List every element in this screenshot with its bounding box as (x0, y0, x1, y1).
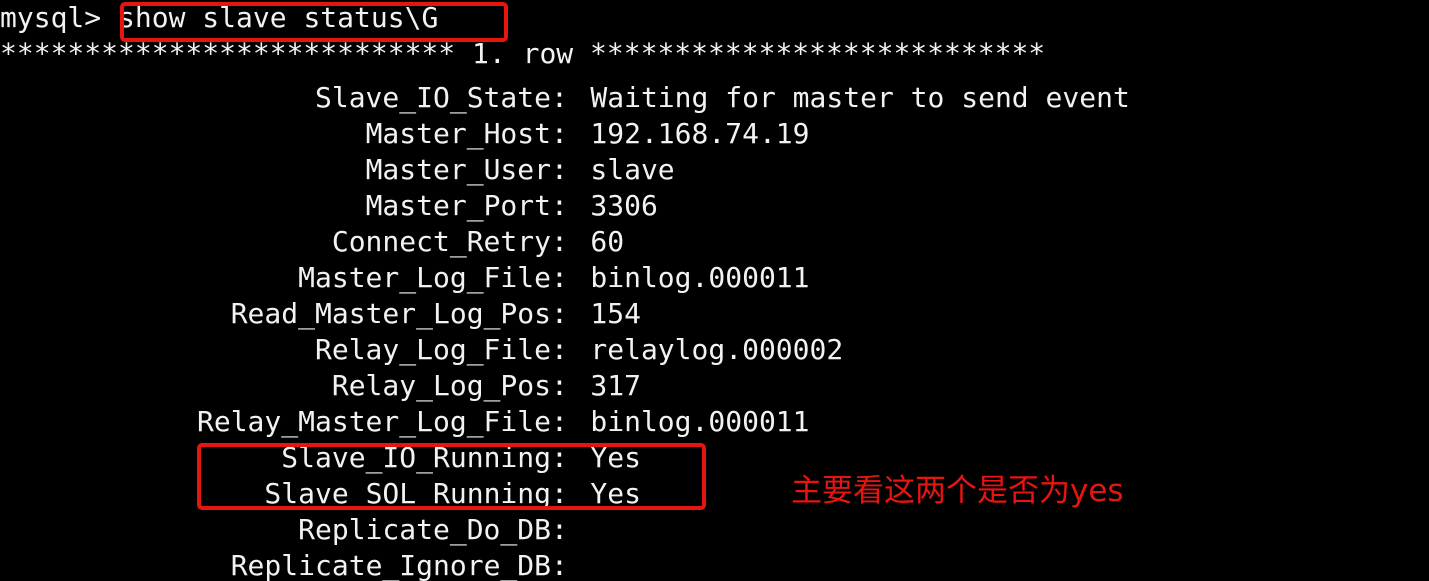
field-value: slave (590, 153, 675, 186)
field-label: Replicate_Do_DB (298, 513, 551, 546)
field-value: Yes (590, 477, 641, 510)
status-row-read-master-log-pos: Read_Master_Log_Pos:154 (0, 296, 641, 332)
field-label: Slave_IO_State (314, 81, 551, 114)
field-colon: : (551, 333, 568, 366)
field-colon: : (551, 549, 568, 581)
status-row-replicate-ignore-db: Replicate_Ignore_DB: (0, 548, 590, 581)
field-value: relaylog.000002 (590, 333, 844, 366)
field-label: Relay_Master_Log_File (196, 405, 551, 438)
field-label: Master_Log_File (298, 261, 551, 294)
status-row-connect-retry: Connect_Retry:60 (0, 224, 624, 260)
field-colon: : (551, 297, 568, 330)
field-colon: : (551, 225, 568, 258)
field-colon: : (551, 81, 568, 114)
field-label: Read_Master_Log_Pos (230, 297, 551, 330)
field-colon: : (551, 441, 568, 474)
field-colon: : (551, 477, 568, 510)
field-label: Master_Host (365, 117, 551, 150)
field-value: binlog.000011 (590, 405, 810, 438)
status-row-master-user: Master_User: slave (0, 152, 675, 188)
field-value: 3306 (590, 189, 658, 222)
annotation-note: 主要看这两个是否为yes (791, 473, 1124, 509)
field-colon: : (551, 153, 568, 186)
separator-row-number: 1. row (455, 37, 591, 70)
field-label: Relay_Log_File (314, 333, 551, 366)
field-colon: : (551, 369, 568, 402)
field-colon: : (551, 405, 568, 438)
status-row-slave-io-running: Slave_IO_Running: Yes (0, 440, 641, 476)
field-label: Connect_Retry (331, 225, 551, 258)
field-value: Waiting for master to send event (590, 81, 1130, 114)
field-label: Slave_IO_Running (281, 441, 551, 474)
field-value: binlog.000011 (590, 261, 810, 294)
status-row-relay-log-file: Relay_Log_File: relaylog.000002 (0, 332, 843, 368)
field-colon: : (551, 261, 568, 294)
field-label: Master_User (365, 153, 551, 186)
field-value: 317 (590, 369, 641, 402)
field-label: Relay_Log_Pos (331, 369, 551, 402)
status-row-master-port: Master_Port:3306 (0, 188, 658, 224)
separator-left-stars: *************************** (0, 37, 456, 70)
command-text: show slave status\G (118, 1, 439, 34)
status-row-slave-sql-running: Slave_SOL_Running: Yes (0, 476, 641, 512)
field-label: Replicate_Ignore_DB (230, 549, 551, 581)
field-label: Master_Port (365, 189, 551, 222)
prompt-spacer (101, 1, 118, 34)
status-row-relay-log-pos: Relay_Log_Pos:317 (0, 368, 641, 404)
field-value: 60 (590, 225, 625, 258)
field-colon: : (551, 189, 568, 222)
status-row-master-host: Master_Host:192.168.74.19 (0, 116, 810, 152)
field-colon: : (551, 513, 568, 546)
field-value: 192.168.74.19 (590, 117, 810, 150)
field-colon: : (551, 117, 568, 150)
status-row-relay-master-log-file: Relay_Master_Log_File: binlog.000011 (0, 404, 810, 440)
row-separator-line: *************************** 1. row *****… (0, 36, 1045, 72)
terminal-window: mysql> show slave status\G *************… (0, 0, 1429, 581)
field-value: Yes (590, 441, 641, 474)
field-value: 154 (590, 297, 641, 330)
prompt-line: mysql> show slave status\G (0, 0, 438, 36)
status-row-master-log-file: Master_Log_File: binlog.000011 (0, 260, 810, 296)
field-label: Slave_SOL_Running (264, 477, 551, 510)
mysql-prompt: mysql> (0, 1, 102, 34)
status-row-replicate-do-db: Replicate_Do_DB: (0, 512, 590, 548)
status-row-slave-io-state: Slave_IO_State: Waiting for master to sen… (0, 80, 1130, 116)
separator-right-stars: *************************** (590, 37, 1046, 70)
